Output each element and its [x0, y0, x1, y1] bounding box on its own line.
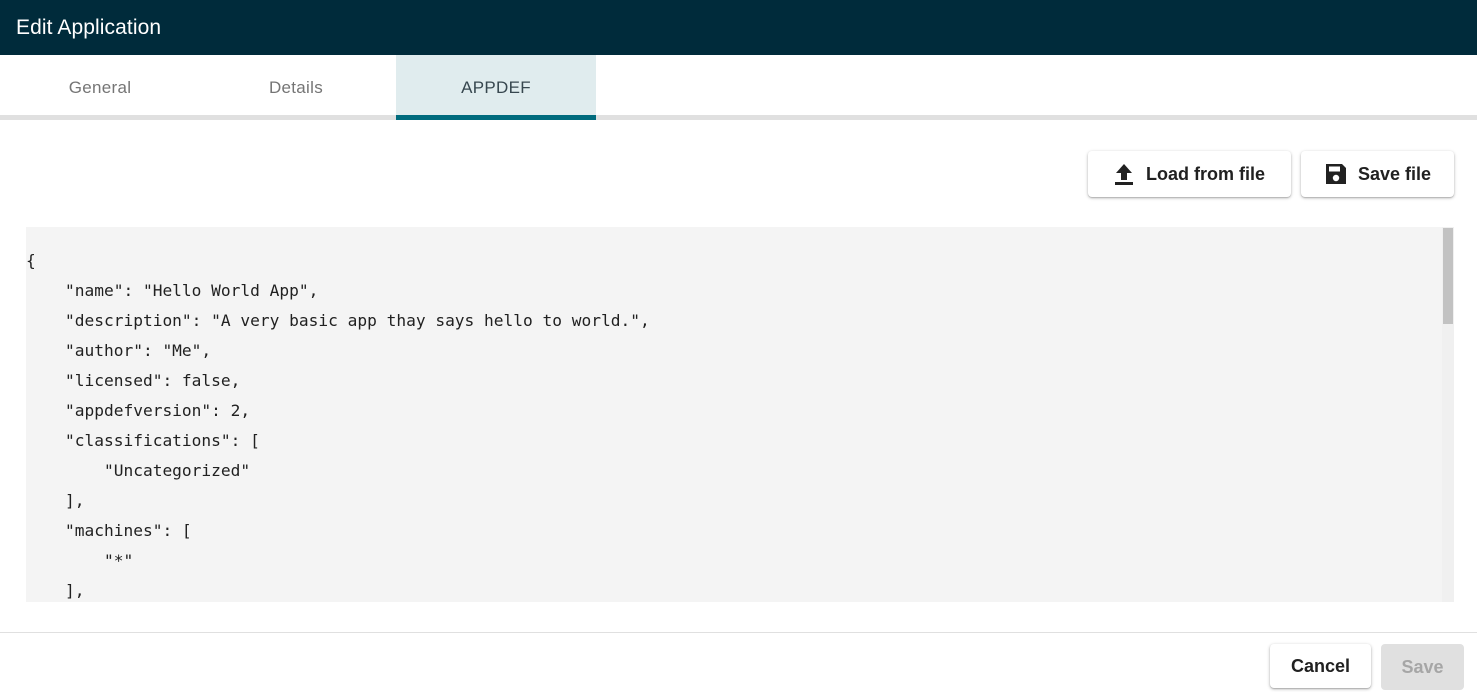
- code-line: "author": "Me",: [26, 341, 212, 360]
- code-line: ],: [26, 581, 85, 600]
- code-line: ],: [26, 491, 85, 510]
- save-button[interactable]: Save: [1381, 644, 1464, 690]
- scrollbar-thumb[interactable]: [1443, 228, 1453, 324]
- code-line: "Uncategorized": [26, 461, 251, 480]
- cancel-button[interactable]: Cancel: [1270, 644, 1371, 688]
- code-line: "classifications": [: [26, 431, 260, 450]
- save-file-label: Save file: [1358, 163, 1432, 184]
- load-from-file-label: Load from file: [1146, 163, 1266, 184]
- code-line: {: [26, 251, 36, 270]
- floppy-disk-icon: [1324, 162, 1348, 186]
- code-line: "description": "A very basic app thay sa…: [26, 311, 650, 330]
- save-file-button[interactable]: Save file: [1301, 151, 1454, 197]
- code-line: "licensed": false,: [26, 371, 241, 390]
- tab-bar: General Details APPDEF: [0, 55, 1477, 120]
- json-editor[interactable]: { "name": "Hello World App", "descriptio…: [26, 227, 1454, 602]
- footer-divider: [0, 632, 1477, 633]
- code-line: "machines": [: [26, 521, 192, 540]
- code-line: "*": [26, 551, 134, 570]
- tab-details[interactable]: Details: [196, 55, 396, 120]
- tab-general[interactable]: General: [0, 55, 200, 120]
- code-content[interactable]: { "name": "Hello World App", "descriptio…: [26, 246, 650, 602]
- editor-scrollbar[interactable]: [1442, 227, 1454, 602]
- load-from-file-button[interactable]: Load from file: [1088, 151, 1291, 197]
- code-line: "appdefversion": 2,: [26, 401, 251, 420]
- code-line: "name": "Hello World App",: [26, 281, 319, 300]
- dialog-title: Edit Application: [16, 15, 162, 39]
- tab-appdef[interactable]: APPDEF: [396, 55, 596, 120]
- upload-icon: [1112, 162, 1136, 186]
- dialog-header: Edit Application: [0, 0, 1477, 55]
